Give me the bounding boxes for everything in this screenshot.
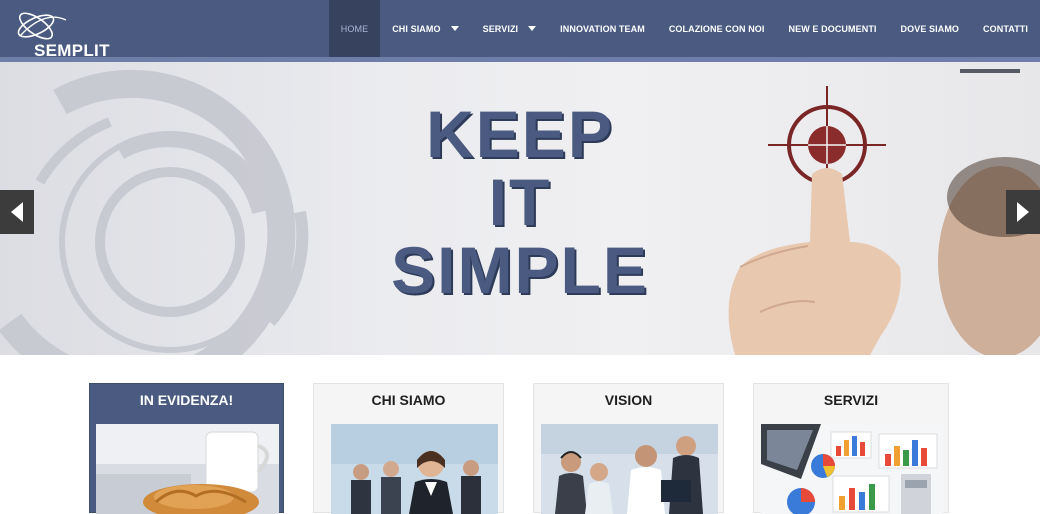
nav-colazione-con-noi[interactable]: COLAZIONE CON NOI: [657, 0, 777, 57]
site-header: SEMPLIT HOME CHI SIAMO SERVIZI INNOVATIO…: [0, 0, 1040, 62]
logo-text: SEMPLIT: [34, 41, 110, 60]
nav-servizi[interactable]: SERVIZI: [471, 0, 549, 57]
hero-line-3: SIMPLE: [391, 233, 649, 307]
slider-progress-indicator: [960, 69, 1020, 73]
charts-laptop-photo: [761, 424, 943, 514]
card-title: CHI SIAMO: [371, 392, 446, 408]
chevron-down-icon: [450, 26, 459, 31]
card-in-evidenza[interactable]: IN EVIDENZA!: [89, 383, 284, 514]
nav-dove-siamo[interactable]: DOVE SIAMO: [889, 0, 972, 57]
logo-swirl-icon: [17, 12, 67, 40]
card-chi-siamo[interactable]: CHI SIAMO: [313, 383, 504, 514]
nav-colazione-label: COLAZIONE CON NOI: [668, 23, 765, 34]
hero-slider: KEEP IT SIMPLE: [0, 62, 1040, 355]
nav-innovation-team-label: INNOVATION TEAM: [560, 23, 645, 34]
nav-servizi-label: SERVIZI: [482, 23, 519, 34]
nav-home[interactable]: HOME: [328, 0, 381, 57]
slider-next-button[interactable]: [1006, 190, 1040, 234]
arrow-left-icon: [11, 202, 23, 222]
nav-dove-siamo-label: DOVE SIAMO: [900, 23, 960, 34]
nav-chi-siamo-label: CHI SIAMO: [392, 23, 441, 34]
nav-home-label: HOME: [340, 23, 369, 34]
hero-line-1: KEEP: [426, 97, 614, 171]
business-team-photo: [331, 424, 498, 514]
main-nav: HOME CHI SIAMO SERVIZI INNOVATION TEAM C…: [328, 0, 1040, 57]
card-title: SERVIZI: [823, 392, 879, 408]
nav-documenti-label: NEW E DOCUMENTI: [788, 23, 877, 34]
croissant-coffee-photo: [96, 424, 279, 514]
arrow-right-icon: [1017, 202, 1029, 222]
hero-line-2: IT: [488, 165, 552, 239]
call-center-photo: [541, 424, 718, 514]
chevron-down-icon: [528, 26, 537, 31]
card-title: VISION: [604, 392, 653, 408]
nav-contatti[interactable]: CONTATTI: [971, 0, 1040, 57]
hero-headline: KEEP IT SIMPLE: [360, 100, 680, 304]
card-vision[interactable]: VISION: [533, 383, 724, 514]
nav-chi-siamo[interactable]: CHI SIAMO: [380, 0, 470, 57]
card-title: IN EVIDENZA!: [139, 392, 234, 408]
nav-innovation-team[interactable]: INNOVATION TEAM: [548, 0, 657, 57]
slider-prev-button[interactable]: [0, 190, 34, 234]
nav-new-e-documenti[interactable]: NEW E DOCUMENTI: [777, 0, 889, 57]
nav-contatti-label: CONTATTI: [983, 23, 1028, 34]
site-logo[interactable]: SEMPLIT: [14, 6, 114, 60]
card-servizi[interactable]: SERVIZI: [753, 383, 949, 514]
